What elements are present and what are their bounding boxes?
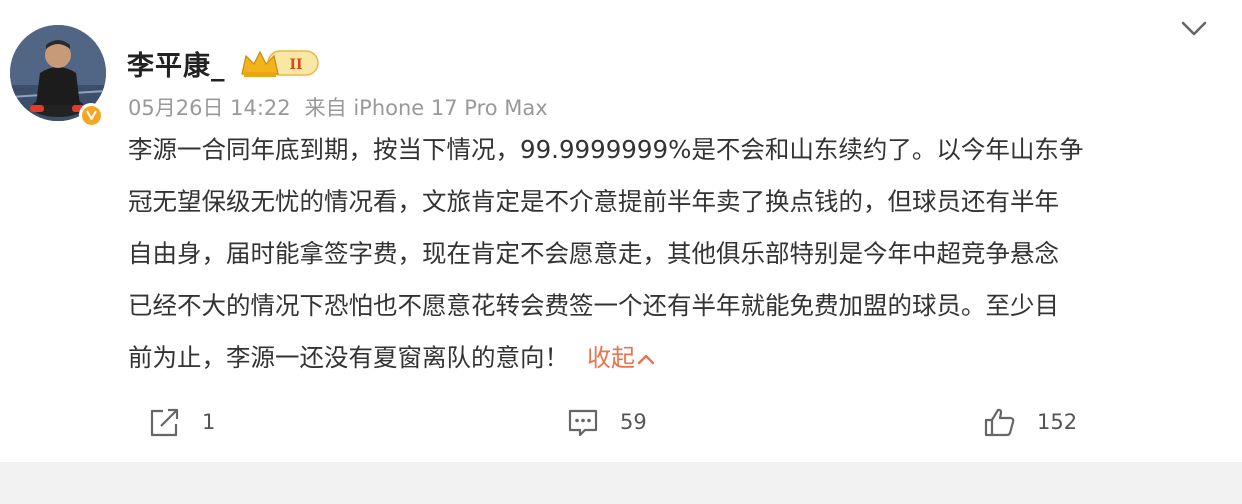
chevron-up-icon	[637, 354, 655, 365]
like-thumb-icon	[984, 408, 1015, 437]
repost-count: 1	[202, 410, 216, 434]
content-line: 已经不大的情况下恐怕也不愿意花转会费签一个还有半年就能免费加盟的球员。至少目	[128, 291, 1059, 320]
username[interactable]: 李平康_	[127, 44, 226, 83]
vip-level: II	[289, 57, 302, 73]
repost-button[interactable]: 1	[148, 404, 215, 440]
card-separator	[0, 462, 1242, 504]
content-line-last: 前为止，李源一还没有夏窗离队的意向！ 收起	[128, 332, 1208, 384]
like-button[interactable]: 152	[983, 404, 1077, 440]
comment-count: 59	[620, 410, 647, 434]
comment-button[interactable]: 59	[566, 404, 647, 440]
post-source: 来自 iPhone 17 Pro Max	[304, 96, 548, 120]
post-menu-chevron[interactable]	[1180, 20, 1208, 42]
content-line-text: 前为止，李源一还没有夏窗离队的意向！	[128, 343, 569, 372]
collapse-button[interactable]: 收起	[587, 344, 655, 372]
content-line: 李源一合同年底到期，按当下情况，99.9999999%是不会和山东续约了。以今年…	[128, 135, 1084, 164]
post-date: 05月26日 14:22	[128, 96, 291, 120]
collapse-label: 收起	[587, 344, 635, 372]
repost-icon	[150, 408, 179, 437]
chevron-down-icon	[1181, 21, 1207, 36]
like-count: 152	[1037, 410, 1078, 434]
comment-icon	[568, 409, 598, 437]
post-content: 李源一合同年底到期，按当下情况，99.9999999%是不会和山东续约了。以今年…	[128, 124, 1208, 384]
post-meta: 05月26日 14:22 来自 iPhone 17 Pro Max	[128, 92, 562, 122]
content-line: 自由身，届时能拿签字费，现在肯定不会愿意走，其他俱乐部特别是今年中超竞争悬念	[128, 239, 1059, 268]
verified-v-icon	[79, 103, 103, 127]
vip-crown-icon[interactable]: II	[240, 46, 320, 84]
content-line: 冠无望保级无忧的情况看，文旅肯定是不介意提前半年卖了换点钱的，但球员还有半年	[128, 187, 1059, 216]
weibo-post-card: 李平康_ II 05月26日 14:22 来自 iPhone 17 Pro Max…	[0, 0, 1242, 462]
